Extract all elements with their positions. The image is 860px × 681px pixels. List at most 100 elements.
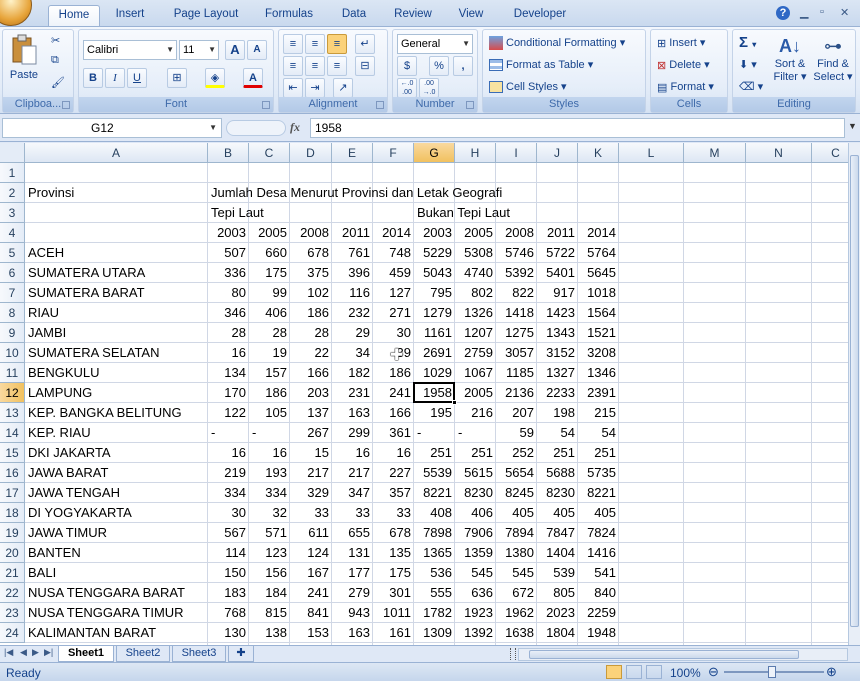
cell-k20[interactable]: 1416 [578, 543, 619, 562]
insert-cells-button[interactable]: ⊞ Insert ▾ [657, 36, 705, 50]
cell-e20[interactable]: 131 [332, 543, 373, 562]
cell-g5[interactable]: 5229 [414, 243, 455, 262]
cell-j8[interactable]: 1423 [537, 303, 578, 322]
cell-c5[interactable]: 660 [249, 243, 290, 262]
cell-b20[interactable]: 114 [208, 543, 249, 562]
cell-g11[interactable]: 1029 [414, 363, 455, 382]
cell-j16[interactable]: 5688 [537, 463, 578, 482]
cell-j18[interactable]: 405 [537, 503, 578, 522]
column-header-c[interactable]: C [249, 143, 290, 163]
column-header-b[interactable]: B [208, 143, 249, 163]
cell-a3[interactable] [25, 203, 208, 222]
cell-b7[interactable]: 80 [208, 283, 249, 302]
row-header-7[interactable]: 7 [0, 283, 25, 303]
cell-c9[interactable]: 28 [249, 323, 290, 342]
cell-d14[interactable]: 267 [290, 423, 332, 442]
cell-h7[interactable]: 802 [455, 283, 496, 302]
cell-k21[interactable]: 541 [578, 563, 619, 582]
cell-a12[interactable]: LAMPUNG [25, 383, 208, 402]
scroll-thumb[interactable] [850, 155, 859, 627]
cell-b22[interactable]: 183 [208, 583, 249, 602]
cell-a19[interactable]: JAWA TIMUR [25, 523, 208, 542]
cell-c22[interactable]: 184 [249, 583, 290, 602]
cell-d8[interactable]: 186 [290, 303, 332, 322]
sheet-tab-3[interactable]: Sheet3 [172, 646, 226, 662]
cell-d18[interactable]: 33 [290, 503, 332, 522]
cell-a9[interactable]: JAMBI [25, 323, 208, 342]
borders-icon[interactable]: ⊞ [167, 68, 187, 88]
cell-i6[interactable]: 5392 [496, 263, 537, 282]
cell-a1[interactable] [25, 163, 208, 182]
cell-e12[interactable]: 231 [332, 383, 373, 402]
cell-j23[interactable]: 2023 [537, 603, 578, 622]
conditional-formatting-button[interactable]: Conditional Formatting ▾ [489, 36, 625, 51]
cell-g21[interactable]: 536 [414, 563, 455, 582]
cell-h21[interactable]: 545 [455, 563, 496, 582]
cell-a24[interactable]: KALIMANTAN BARAT [25, 623, 208, 642]
cell-k4[interactable]: 2014 [578, 223, 619, 242]
cell-j5[interactable]: 5722 [537, 243, 578, 262]
column-header-i[interactable]: I [496, 143, 537, 163]
cell-d23[interactable]: 841 [290, 603, 332, 622]
sheet-tab-1[interactable]: Sheet1 [58, 646, 114, 662]
cell-h22[interactable]: 636 [455, 583, 496, 602]
cell-h24[interactable]: 1392 [455, 623, 496, 642]
cell-f4[interactable]: 2014 [373, 223, 414, 242]
cell-b12[interactable]: 170 [208, 383, 249, 402]
align-middle-icon[interactable]: ≡ [305, 34, 325, 54]
cell-b16[interactable]: 219 [208, 463, 249, 482]
align-left-icon[interactable]: ≡ [283, 56, 303, 76]
cell-d19[interactable]: 611 [290, 523, 332, 542]
cell-j12[interactable]: 2233 [537, 383, 578, 402]
zoom-slider-thumb[interactable] [768, 666, 776, 678]
cell-c12[interactable]: 186 [249, 383, 290, 402]
horizontal-scroll-thumb[interactable] [529, 650, 799, 659]
cell-k22[interactable]: 840 [578, 583, 619, 602]
wrap-text-icon[interactable]: ↵ [355, 34, 375, 54]
tab-insert[interactable]: Insert [108, 5, 152, 26]
column-header-e[interactable]: E [332, 143, 373, 163]
cell-h10[interactable]: 2759 [455, 343, 496, 362]
horizontal-scrollbar[interactable] [518, 648, 848, 661]
help-icon[interactable]: ? [776, 6, 790, 20]
tab-review[interactable]: Review [386, 5, 440, 26]
cell-g16[interactable]: 5539 [414, 463, 455, 482]
cell-d13[interactable]: 137 [290, 403, 332, 422]
cell-b11[interactable]: 134 [208, 363, 249, 382]
row-header-20[interactable]: 20 [0, 543, 25, 563]
row-header-24[interactable]: 24 [0, 623, 25, 643]
orientation-icon[interactable]: ↗ [333, 78, 353, 98]
cell-g8[interactable]: 1279 [414, 303, 455, 322]
cell-d12[interactable]: 203 [290, 383, 332, 402]
cell-h4[interactable]: 2005 [455, 223, 496, 242]
cell-j14[interactable]: 54 [537, 423, 578, 442]
cell-j4[interactable]: 2011 [537, 223, 578, 242]
cell-a2[interactable]: Provinsi [25, 183, 208, 202]
fill-color-icon[interactable]: ◈ [205, 68, 225, 88]
last-sheet-icon[interactable]: ▶| [44, 647, 53, 658]
cell-i13[interactable]: 207 [496, 403, 537, 422]
cell-e7[interactable]: 116 [332, 283, 373, 302]
cell-j17[interactable]: 8230 [537, 483, 578, 502]
minimize-icon[interactable]: ▁ [800, 6, 808, 19]
cell-d15[interactable]: 15 [290, 443, 332, 462]
worksheet-grid[interactable]: A B C D E F G H I J K L M N C 1 2 Provinsi Jumlah Desa Men… [0, 143, 848, 645]
cell-f5[interactable]: 748 [373, 243, 414, 262]
cell-k5[interactable]: 5764 [578, 243, 619, 262]
name-box[interactable]: G12 ▼ [2, 118, 222, 138]
decrease-indent-icon[interactable]: ⇤ [283, 78, 303, 98]
cell-b13[interactable]: 122 [208, 403, 249, 422]
cell-b23[interactable]: 768 [208, 603, 249, 622]
tab-formulas[interactable]: Formulas [256, 5, 322, 26]
cell-h12[interactable]: 2005 [455, 383, 496, 402]
row-header-13[interactable]: 13 [0, 403, 25, 423]
font-launcher-icon[interactable] [262, 101, 270, 109]
row-header-2[interactable]: 2 [0, 183, 25, 203]
cell-f12[interactable]: 241 [373, 383, 414, 402]
cell-g4[interactable]: 2003 [414, 223, 455, 242]
insert-sheet-icon[interactable]: ✚ [228, 646, 254, 662]
cell-j11[interactable]: 1327 [537, 363, 578, 382]
prev-sheet-icon[interactable]: ◀ [20, 647, 27, 658]
cell-i9[interactable]: 1275 [496, 323, 537, 342]
cell-b6[interactable]: 336 [208, 263, 249, 282]
